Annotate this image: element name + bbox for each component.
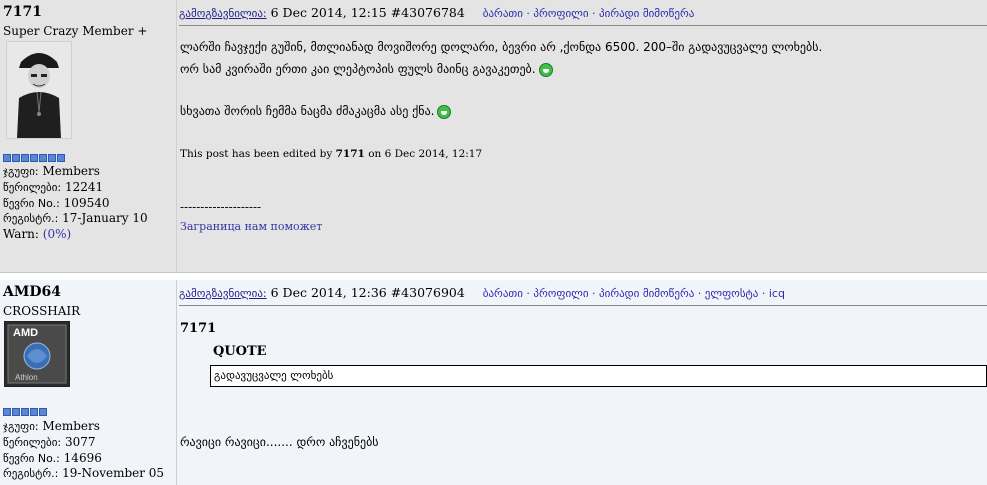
author-name[interactable]: AMD64 [3, 284, 61, 300]
rank-pip [12, 408, 20, 416]
edited-note: This post has been edited by 7171 on 6 D… [180, 148, 482, 160]
rank-pip [21, 154, 29, 162]
warn-link[interactable]: (0%) [43, 227, 71, 241]
edited-prefix: This post has been edited by [180, 148, 333, 160]
rank-pip [30, 154, 38, 162]
rank-pip [30, 408, 38, 416]
group-label: ჯგუფი: [3, 420, 39, 433]
post-date: 6 Dec 2014, 12:15 #43076784 [270, 5, 465, 20]
smiley-icon [437, 104, 452, 119]
quote-title: QUOTE [213, 344, 267, 359]
registered-value: 19-November 05 [62, 466, 165, 481]
avatar: AMD Athlon [4, 321, 70, 387]
member-label: წევრი No.: [3, 196, 60, 210]
avatar [6, 41, 72, 139]
warn-label: Warn: [3, 227, 39, 242]
author-info: ჯგუფი: Members წერილები: 12241 წევრი No.… [3, 164, 148, 243]
posted-link[interactable]: გამოგზავნილია: [179, 7, 267, 20]
header-divider [179, 25, 987, 26]
member-label: წევრი No.: [3, 451, 60, 465]
post-amd64: AMD64 CROSSHAIR ჯგუფი: Members წერილები:… [0, 280, 987, 485]
group-value: Members [42, 164, 100, 178]
signature-divider: -------------------- [180, 200, 262, 214]
svg-text:AMD: AMD [13, 327, 38, 339]
rank-pip [12, 154, 20, 162]
posts-value: 12241 [64, 179, 104, 194]
author-name[interactable]: 7171 [3, 4, 42, 20]
rank-pip [21, 408, 29, 416]
posts-value: 3077 [64, 434, 96, 449]
edited-suffix: on 6 Dec 2014, 12:17 [368, 148, 483, 160]
rank-pip [39, 408, 47, 416]
smiley-icon [538, 62, 553, 77]
posted-link[interactable]: გამოგზავნილია: [179, 287, 267, 300]
quote-box: გადავუცვალე ლოხებს [210, 365, 987, 387]
group-value: Members [42, 419, 100, 433]
quote-text: გადავუცვალე ლოხებს [214, 369, 334, 382]
author-info: ჯგუფი: Members წერილები: 3077 წევრი No.:… [3, 419, 164, 482]
rank-pips [3, 154, 65, 162]
member-value: 14696 [63, 450, 102, 465]
rank-pip [48, 154, 56, 162]
post-nav-links[interactable]: ბარათი · პროფილი · პირადი მიმოწერა [483, 7, 695, 20]
author-panel: 7171 Super Crazy Member + ჯგუფი: Members… [0, 0, 177, 272]
registered-value: 17-January 10 [62, 211, 148, 226]
header-divider [179, 305, 987, 306]
author-rank: CROSSHAIR [3, 304, 81, 318]
quote-author: 7171 [180, 321, 217, 336]
post-nav-links[interactable]: ბარათი · პროფილი · პირადი მიმოწერა · ელფ… [483, 287, 785, 300]
member-value: 109540 [63, 195, 110, 210]
message-line: ორ სამ კვირაში ერთი კაი ლეპტოპის ფულს მა… [180, 62, 553, 77]
group-label: ჯგუფი: [3, 165, 39, 178]
reply-text: რავიცი რავიცი....... დრო აჩვენებს [180, 435, 379, 449]
svg-text:Athlon: Athlon [15, 373, 38, 382]
rank-pip [39, 154, 47, 162]
rank-pip [3, 154, 11, 162]
message-line: ლარში ჩავჯექი გუშინ, მთლიანად მოვიშორე დ… [180, 40, 823, 54]
post-7171: 7171 Super Crazy Member + ჯგუფი: Members… [0, 0, 987, 272]
post-header: გამოგზავნილია: 6 Dec 2014, 12:15 #430767… [179, 5, 694, 20]
signature: Заграница нам поможет [180, 220, 323, 233]
registered-label: რეგისტრ.: [3, 467, 59, 481]
author-rank: Super Crazy Member + [3, 24, 148, 38]
message-text: სხვათა შორის ჩემმა ნაცმა ძმაკაცმა ასე ქნ… [180, 104, 435, 118]
rank-pips [3, 408, 47, 416]
message-line: სხვათა შორის ჩემმა ნაცმა ძმაკაცმა ასე ქნ… [180, 104, 452, 119]
post-date: 6 Dec 2014, 12:36 #43076904 [270, 285, 465, 300]
rank-pip [57, 154, 65, 162]
registered-label: რეგისტრ.: [3, 212, 59, 226]
rank-pip [3, 408, 11, 416]
posts-label: წერილები: [3, 435, 62, 449]
post-body: გამოგზავნილია: 6 Dec 2014, 12:15 #430767… [177, 0, 987, 272]
posts-label: წერილები: [3, 180, 62, 194]
post-header: გამოგზავნილია: 6 Dec 2014, 12:36 #430769… [179, 285, 785, 300]
edited-user: 7171 [335, 148, 365, 160]
post-body: გამოგზავნილია: 6 Dec 2014, 12:36 #430769… [177, 280, 987, 485]
message-text: ორ სამ კვირაში ერთი კაი ლეპტოპის ფულს მა… [180, 62, 536, 76]
